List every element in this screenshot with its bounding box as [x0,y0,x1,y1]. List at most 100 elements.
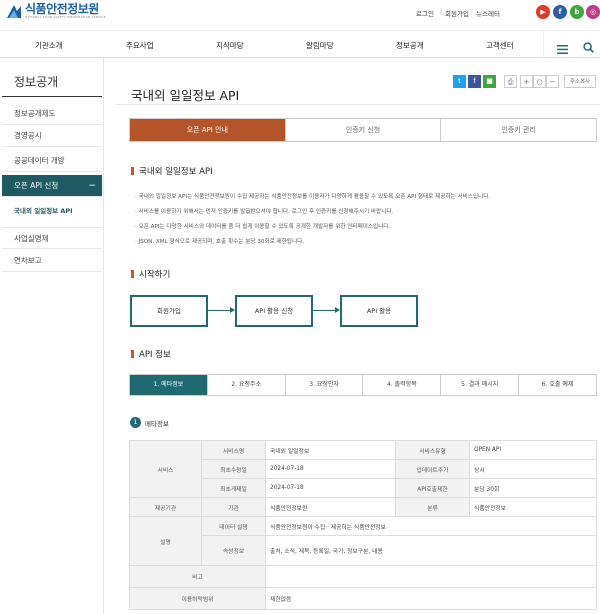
flow-step-apply: API 활용 신청 [235,295,313,327]
sidebar-item-label: 오픈 API 신청 [14,181,59,190]
title-divider [116,104,600,105]
section-heading-start: 시작하기 [131,268,170,280]
intro-line: · 서비스를 이용하기 위해서는 먼저 인증키를 발급받으셔야 합니다. 로그인… [135,209,394,215]
flow-step-use: API 활용 [340,295,418,327]
table-cell: 제한없음 [265,587,597,610]
flow-arrow [208,310,231,311]
heading-marker [131,167,134,175]
table-header: 업데이트주기 [395,459,470,479]
table-cell: 식품안전정보원 [265,497,396,517]
api-tab-messages[interactable]: 5. 결과 메시지 [440,375,518,395]
flow-arrow [313,310,336,311]
zoom-in-icon[interactable]: + [520,75,533,88]
sidebar-item-annual-report[interactable]: 연차보고 [2,250,102,272]
zoom-reset-icon[interactable]: ○ [533,75,546,88]
section-heading-api: API 정보 [131,348,171,360]
sidebar-subitem-daily-api[interactable]: 국내외 일일정보 API [14,205,73,215]
sidebar-item-public-data[interactable]: 공공데이터 개방 [2,150,102,172]
sidebar-item-management[interactable]: 경영공시 [2,125,102,147]
instagram-icon[interactable]: ◎ [586,5,600,19]
heading-text: 시작하기 [139,270,171,280]
sidebar-title: 정보공개 [14,75,59,89]
table-group-header: 서비스 [129,440,202,498]
table-header: 데이터 설명 [201,516,266,536]
facebook-icon[interactable]: f [553,5,567,19]
table-cell: 상시 [469,459,597,479]
table-group-header: 설명 [129,516,202,566]
table-header: 분류 [395,497,470,517]
blog-icon[interactable]: b [570,5,584,19]
signup-link[interactable]: 회원가입 [445,8,469,18]
intro-line-text: JSON, XML 형식으로 제공되며, 호출 횟수는 분당 30회로 제한됩니… [138,239,305,245]
table-header: 최초게재일 [201,478,266,498]
heading-text: 국내외 일일정보 API [139,167,213,177]
table-row: 설명 데이터 설명 식품안전정보원이 수집 · 제공하는 식품안전정보 [129,516,597,566]
table-cell: 2024-07-18 [265,478,396,498]
table-row: 서비스 서비스명 국내외 일일정보 서비스유형 OPEN API [129,440,597,498]
table-header: 속성정보 [201,535,266,566]
tab-open-api-guide[interactable]: 오픈 API 안내 [130,119,285,141]
table-cell: 분당 30회 [469,478,597,498]
hamburger-menu-icon[interactable] [557,39,568,58]
intro-line-text: 오픈 API는 다양한 서비스와 데이터를 좀 더 쉽게 이용할 수 있도록 공… [138,224,391,230]
twitter-share-icon[interactable]: t [453,75,466,88]
gnb-item[interactable]: 기관소개 [35,40,63,51]
zoom-out-icon[interactable]: − [546,75,559,88]
print-icon[interactable]: ⎙ [504,75,517,88]
table-cell: 식품안전정보 [469,497,597,517]
gnb-item[interactable]: 지식마당 [216,40,244,51]
gnb-item[interactable]: 정보공개 [396,40,424,51]
intro-line: · 국내외 일일정보 API는 식품안전정보원이 수집 제공하는 식품안전정보를… [135,194,491,200]
api-tab-bar: 1. 메타정보 2. 요청주소 3. 요청인자 4. 출력항목 5. 결과 메시… [129,374,597,396]
table-header: 서비스명 [201,440,266,460]
api-tab-output[interactable]: 4. 출력항목 [362,375,440,395]
flow-step-signup: 회원가입 [130,295,208,327]
youtube-icon[interactable]: ▶ [536,5,550,19]
sidebar-item-disclosure[interactable]: 정보공개제도 [2,103,102,125]
table-row: 제공기관 기관 식품안전정보원 분류 식품안전정보 [129,497,597,517]
tab-bar: 오픈 API 안내 인증키 신청 인증키 관리 [129,118,597,142]
section-heading-intro: 국내외 일일정보 API [131,165,213,177]
api-tab-example[interactable]: 6. 호출 예제 [518,375,596,395]
table-cell: 2024-07-18 [265,459,396,479]
meta-number-badge: 1 [130,417,141,428]
login-link[interactable]: 로그인 [416,8,434,18]
url-copy-button[interactable]: 주소복사 [564,75,596,88]
intro-line-text: 서비스를 이용하기 위해서는 먼저 인증키를 발급받으셔야 합니다. 로그인 후… [138,209,394,215]
api-tab-params[interactable]: 3. 요청인자 [284,375,363,395]
table-cell: 국내외 일일정보 [265,440,396,460]
table-header: 최초수정일 [201,459,266,479]
tab-key-manage[interactable]: 인증키 관리 [440,119,596,141]
table-cell [265,565,597,588]
api-tab-url[interactable]: 2. 요청주소 [206,375,285,395]
api-tab-meta[interactable]: 1. 메타정보 [130,375,207,395]
table-header: API호출제한 [395,478,470,498]
table-cell: 식품안전정보원이 수집 · 제공하는 식품안전정보 [265,516,597,536]
util-divider: | [470,8,473,15]
sidebar-title-divider [2,96,102,97]
table-row: 이용허락범위 제한없음 [129,587,597,610]
collapse-icon[interactable]: − [88,175,96,197]
newsletter-link[interactable]: 뉴스레터 [476,8,500,18]
search-icon[interactable] [583,38,594,57]
kakao-share-icon[interactable]: ■ [483,75,496,88]
gnb-item[interactable]: 알림마당 [306,40,334,51]
heading-marker [131,350,134,358]
meta-subheading: 메타정보 [145,420,169,428]
gnb-item[interactable]: 주요사업 [126,40,154,51]
table-cell: 출처, 소식, 제목, 등록일, 국가, 정보구분, 내용 [265,535,597,566]
global-nav: 기관소개 주요사업 지식마당 알림마당 정보공개 고객센터 [0,30,600,58]
sidebar-item-project-name[interactable]: 사업실명제 [2,227,102,249]
util-divider: | [440,8,443,15]
site-logo[interactable]: 식품안전정보원 NATIONAL FOOD SAFETY INFORMATION… [6,3,106,19]
sidebar-item-open-api[interactable]: 오픈 API 신청 − [2,175,102,197]
facebook-share-icon[interactable]: f [468,75,481,88]
gnb-item[interactable]: 고객센터 [486,40,514,51]
table-header: 기관 [201,497,266,517]
intro-line: · 오픈 API는 다양한 서비스와 데이터를 좀 더 쉽게 이용할 수 있도록… [135,224,391,230]
table-header: 서비스유형 [395,440,470,460]
page-title: 국내외 일일정보 API [131,88,240,103]
heading-marker [131,270,134,278]
tab-key-request[interactable]: 인증키 신청 [284,119,441,141]
logo-subtext: NATIONAL FOOD SAFETY INFORMATION SERVICE [25,15,106,19]
